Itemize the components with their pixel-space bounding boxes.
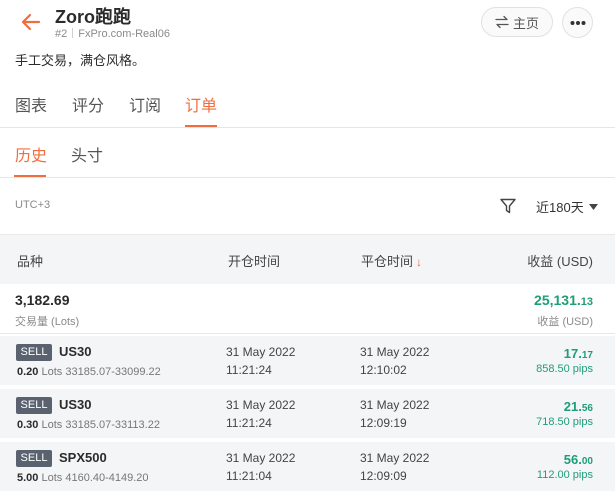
swap-icon [495, 15, 509, 29]
open-time: 11:21:24 [226, 416, 272, 430]
time-range-value: 近180天 [536, 200, 584, 215]
sub-tabs: 历史 头寸 [0, 128, 615, 178]
total-profit-label: 收益 (USD) [537, 316, 593, 328]
server-name: FxPro.com-Real06 [78, 28, 170, 40]
total-profit-main: 25,131. [534, 292, 581, 308]
open-date: 31 May 2022 [226, 398, 296, 412]
total-profit: 25,131.13 [534, 292, 593, 308]
close-time: 12:09:19 [360, 416, 407, 430]
side-badge: SELL [16, 450, 52, 467]
subtab-history[interactable]: 历史 [15, 142, 47, 166]
caret-down-icon [588, 203, 598, 210]
account-subline: #2 FxPro.com-Real06 [55, 28, 170, 40]
profit-cents: 00 [581, 456, 593, 467]
profit-main: 56. [563, 452, 582, 467]
strategy-description: 手工交易，满仓风格。 [15, 53, 146, 68]
arrow-left-icon [21, 13, 41, 31]
home-button[interactable]: 主页 [481, 7, 553, 37]
lots-line: 5.00 Lots 4160.40-4149.20 [17, 472, 149, 484]
col-close-time-label: 平仓时间 [361, 254, 414, 269]
close-date: 31 May 2022 [360, 398, 430, 412]
home-label: 主页 [512, 15, 539, 31]
page-title: Zoro跑跑 [55, 7, 131, 27]
side-badge: SELL [16, 397, 52, 414]
pips: 718.50 pips [536, 416, 593, 428]
more-button[interactable] [562, 7, 593, 38]
time-range-select[interactable]: 近180天 [536, 197, 598, 216]
profit: 21.56 [564, 399, 593, 414]
price-range: 4160.40-4149.20 [65, 472, 149, 484]
profit-cents: 56 [581, 403, 593, 414]
back-button[interactable] [20, 11, 42, 33]
open-date: 31 May 2022 [226, 451, 296, 465]
filter-button[interactable] [499, 197, 517, 215]
close-time: 12:10:02 [360, 363, 407, 377]
lots-line: 0.30 Lots 33185.07-33113.22 [17, 419, 160, 431]
lots-unit: Lots [41, 472, 63, 484]
divider [72, 28, 74, 38]
pips: 112.00 pips [536, 469, 593, 481]
account-number: #2 [55, 28, 68, 40]
table-row[interactable]: SELL US30 0.30 Lots 33185.07-33113.22 31… [0, 389, 615, 440]
filter-bar: UTC+3 近180天 [0, 178, 615, 234]
header: Zoro跑跑 #2 FxPro.com-Real06 主页 [0, 0, 615, 46]
profit: 17.17 [564, 346, 593, 361]
close-time: 12:09:09 [360, 469, 407, 483]
active-tab-indicator [185, 125, 217, 127]
tab-rating[interactable]: 评分 [72, 92, 104, 116]
col-symbol[interactable]: 品种 [17, 251, 43, 270]
profit-main: 17. [563, 346, 582, 361]
lots-value: 5.00 [17, 472, 39, 484]
lots-value: 0.20 [17, 366, 39, 378]
col-profit[interactable]: 收益 (USD) [527, 251, 593, 270]
profit: 56.00 [564, 452, 593, 467]
total-volume-label: 交易量 (Lots) [15, 316, 80, 328]
open-time: 11:21:04 [226, 469, 272, 483]
profit-main: 21. [563, 399, 582, 414]
pips: 858.50 pips [536, 363, 593, 375]
side-badge: SELL [16, 344, 52, 361]
table-row[interactable]: SELL SPX500 5.00 Lots 4160.40-4149.20 31… [0, 442, 615, 493]
lots-line: 0.20 Lots 33185.07-33099.22 [17, 366, 161, 378]
col-open-time[interactable]: 开仓时间 [228, 251, 280, 270]
subtab-positions[interactable]: 头寸 [71, 142, 103, 166]
filter-icon [500, 198, 516, 214]
total-volume: 3,182.69 [15, 292, 70, 308]
table-header: 品种 开仓时间 平仓时间 ↓ 收益 (USD) [0, 234, 615, 284]
close-date: 31 May 2022 [360, 451, 430, 465]
price-range: 33185.07-33113.22 [65, 419, 160, 431]
tab-chart[interactable]: 图表 [15, 92, 47, 116]
tab-orders[interactable]: 订单 [185, 92, 217, 116]
open-date: 31 May 2022 [226, 345, 296, 359]
close-date: 31 May 2022 [360, 345, 430, 359]
open-time: 11:21:24 [226, 363, 272, 377]
symbol: US30 [59, 397, 92, 412]
col-close-time[interactable]: 平仓时间 ↓ [361, 251, 422, 270]
active-subtab-indicator [14, 175, 46, 177]
lots-value: 0.30 [17, 419, 39, 431]
summary-row: 3,182.69 交易量 (Lots) 25,131.13 收益 (USD) [0, 284, 615, 334]
price-range: 33185.07-33099.22 [65, 366, 161, 378]
lots-unit: Lots [41, 419, 63, 431]
timezone-label: UTC+3 [15, 199, 51, 211]
total-profit-cents: 13 [580, 296, 593, 308]
main-tabs: 图表 评分 订阅 订单 [0, 84, 615, 128]
symbol: SPX500 [59, 450, 107, 465]
more-dots-icon [570, 20, 585, 25]
profit-cents: 17 [581, 350, 593, 361]
lots-unit: Lots [41, 366, 63, 378]
arrow-down-icon: ↓ [416, 255, 423, 269]
tab-subscribe[interactable]: 订阅 [129, 92, 161, 116]
symbol: US30 [59, 344, 92, 359]
table-row[interactable]: SELL US30 0.20 Lots 33185.07-33099.22 31… [0, 336, 615, 387]
